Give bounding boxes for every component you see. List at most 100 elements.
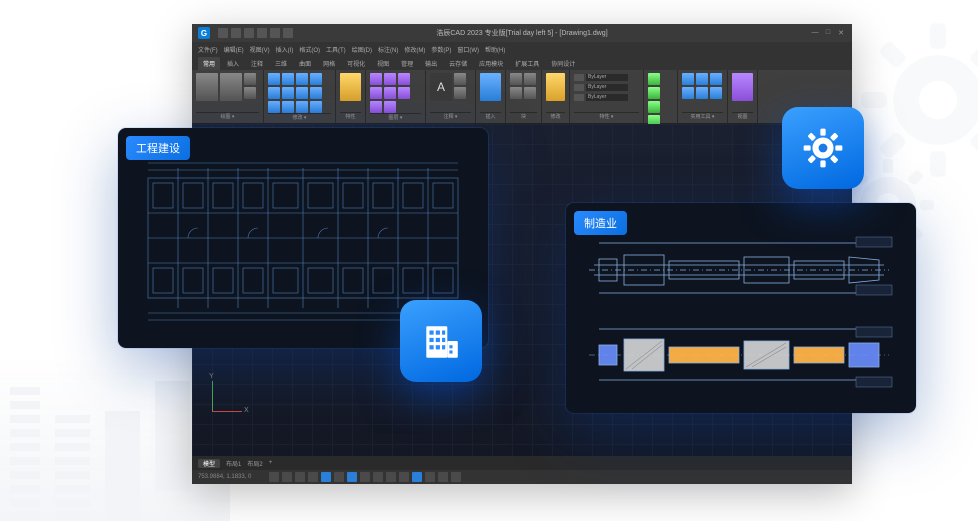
linetype-dropdown[interactable]: ByLayer: [586, 94, 628, 101]
status-snap-icon[interactable]: [269, 472, 279, 482]
menu-item[interactable]: 视图(V): [250, 45, 270, 54]
block-tool-icon[interactable]: [524, 73, 536, 85]
group-tool-icon[interactable]: [648, 87, 660, 99]
status-ws-icon[interactable]: [425, 472, 435, 482]
circle-tool-icon[interactable]: [244, 73, 256, 85]
clipboard-icon[interactable]: [732, 73, 753, 101]
menu-item[interactable]: 窗口(W): [457, 45, 479, 54]
rotate-tool-icon[interactable]: [296, 73, 308, 85]
titlebar[interactable]: G 浩辰CAD 2023 专业版[Trial day left 5] - [Dr…: [192, 24, 852, 42]
insert-block-icon[interactable]: [480, 73, 501, 101]
erase-tool-icon[interactable]: [310, 101, 322, 113]
status-iso-icon[interactable]: [451, 472, 461, 482]
block-tool-icon[interactable]: [524, 87, 536, 99]
arc-tool-icon[interactable]: [244, 87, 256, 99]
status-polar-icon[interactable]: [308, 472, 318, 482]
trim-tool-icon[interactable]: [310, 73, 322, 85]
add-layout-tab[interactable]: +: [269, 460, 273, 466]
qat-redo-icon[interactable]: [270, 28, 280, 38]
util-tool-icon[interactable]: [710, 73, 722, 85]
ribbon-tab[interactable]: 云存储: [444, 57, 472, 70]
copy-tool-icon[interactable]: [282, 73, 294, 85]
menu-item[interactable]: 插入(I): [276, 45, 294, 54]
layout-tab[interactable]: 布局2: [247, 459, 262, 468]
util-tool-icon[interactable]: [682, 87, 694, 99]
ribbon-tab[interactable]: 应用模块: [474, 57, 508, 70]
layout-tab[interactable]: 布局1: [226, 459, 241, 468]
mirror-tool-icon[interactable]: [268, 87, 280, 99]
ribbon-tab[interactable]: 插入: [222, 57, 244, 70]
close-icon[interactable]: ✕: [836, 29, 846, 37]
match-props-icon[interactable]: [546, 73, 565, 101]
group-tool-icon[interactable]: [648, 101, 660, 113]
layer-tool-icon[interactable]: [384, 101, 396, 113]
ribbon-tab[interactable]: 可视化: [342, 57, 370, 70]
fillet-tool-icon[interactable]: [282, 87, 294, 99]
util-tool-icon[interactable]: [696, 73, 708, 85]
ribbon-tab[interactable]: 管理: [396, 57, 418, 70]
ribbon-tab[interactable]: 输出: [420, 57, 442, 70]
status-annotation-icon[interactable]: [412, 472, 422, 482]
block-tool-icon[interactable]: [510, 73, 522, 85]
status-qp-icon[interactable]: [386, 472, 396, 482]
menu-item[interactable]: 工具(T): [326, 45, 346, 54]
util-tool-icon[interactable]: [682, 73, 694, 85]
text-tool-icon[interactable]: A: [430, 73, 452, 101]
status-lwt-icon[interactable]: [360, 472, 370, 482]
layer-tool-icon[interactable]: [384, 73, 396, 85]
menu-item[interactable]: 绘图(D): [352, 45, 372, 54]
util-tool-icon[interactable]: [696, 87, 708, 99]
ribbon-tab[interactable]: 三维: [270, 57, 292, 70]
menu-item[interactable]: 帮助(H): [485, 45, 505, 54]
ribbon-tab[interactable]: 视图: [372, 57, 394, 70]
qat-undo-icon[interactable]: [257, 28, 267, 38]
explode-tool-icon[interactable]: [296, 87, 308, 99]
ribbon-tab[interactable]: 协同设计: [546, 57, 580, 70]
status-hw-icon[interactable]: [438, 472, 448, 482]
app-logo-icon[interactable]: G: [198, 27, 210, 39]
layer-tool-icon[interactable]: [384, 87, 396, 99]
status-osnap-icon[interactable]: [321, 472, 331, 482]
status-sc-icon[interactable]: [399, 472, 409, 482]
ribbon-tab[interactable]: 扩展工具: [510, 57, 544, 70]
status-model-icon[interactable]: [373, 472, 383, 482]
maximize-icon[interactable]: □: [823, 29, 833, 37]
ribbon-tab[interactable]: 常用: [198, 57, 220, 70]
qat-save-icon[interactable]: [244, 28, 254, 38]
status-dyn-icon[interactable]: [347, 472, 357, 482]
status-otrack-icon[interactable]: [334, 472, 344, 482]
model-tab[interactable]: 模型: [198, 459, 220, 468]
lineweight-swatch-icon[interactable]: [574, 84, 584, 91]
ribbon-tab[interactable]: 网格: [318, 57, 340, 70]
util-tool-icon[interactable]: [710, 87, 722, 99]
qat-new-icon[interactable]: [218, 28, 228, 38]
ribbon-tab[interactable]: 注释: [246, 57, 268, 70]
layer-tool-icon[interactable]: [370, 87, 382, 99]
layer-tool-icon[interactable]: [370, 101, 382, 113]
layer-properties-icon[interactable]: [340, 73, 361, 101]
menu-item[interactable]: 格式(O): [299, 45, 320, 54]
scale-tool-icon[interactable]: [310, 87, 322, 99]
menu-item[interactable]: 修改(M): [404, 45, 425, 54]
qat-open-icon[interactable]: [231, 28, 241, 38]
status-ortho-icon[interactable]: [295, 472, 305, 482]
menu-item[interactable]: 编辑(E): [224, 45, 244, 54]
group-tool-icon[interactable]: [648, 73, 660, 85]
block-tool-icon[interactable]: [510, 87, 522, 99]
stretch-tool-icon[interactable]: [296, 101, 308, 113]
line-tool-icon[interactable]: [196, 73, 218, 101]
menu-item[interactable]: 参数(P): [431, 45, 451, 54]
menu-item[interactable]: 标注(N): [378, 45, 398, 54]
offset-tool-icon[interactable]: [282, 101, 294, 113]
layer-tool-icon[interactable]: [398, 73, 410, 85]
dim-tool-icon[interactable]: [454, 73, 466, 85]
color-swatch-icon[interactable]: [574, 74, 584, 81]
layer-tool-icon[interactable]: [370, 73, 382, 85]
qat-print-icon[interactable]: [283, 28, 293, 38]
color-dropdown[interactable]: ByLayer: [586, 74, 628, 81]
move-tool-icon[interactable]: [268, 73, 280, 85]
minimize-icon[interactable]: —: [810, 29, 820, 37]
layer-tool-icon[interactable]: [398, 87, 410, 99]
ribbon-tab[interactable]: 曲面: [294, 57, 316, 70]
status-grid-icon[interactable]: [282, 472, 292, 482]
